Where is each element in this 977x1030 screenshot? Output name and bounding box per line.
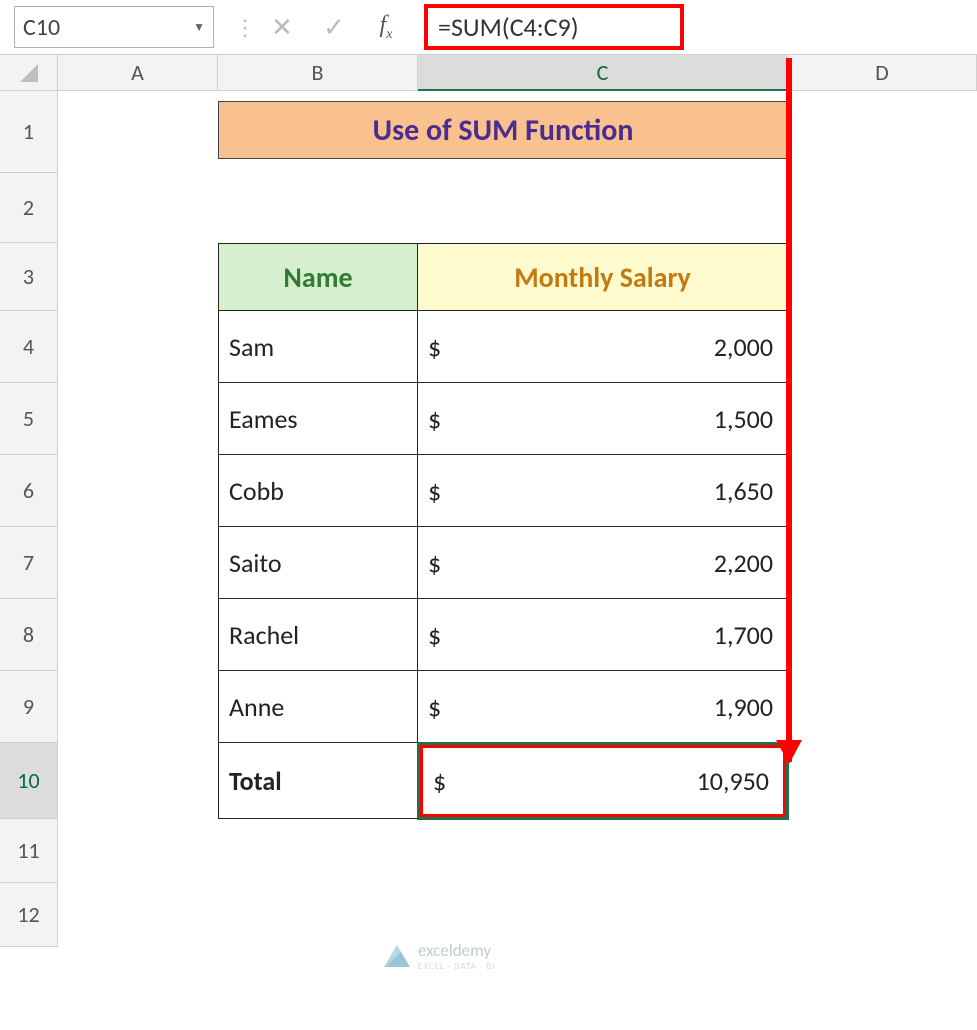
select-all-corner[interactable] <box>0 55 58 91</box>
column-header-A[interactable]: A <box>58 55 218 91</box>
row-header-9[interactable]: 9 <box>0 671 58 743</box>
row-header-6[interactable]: 6 <box>0 455 58 527</box>
row-header-10[interactable]: 10 <box>0 743 58 819</box>
currency-symbol: $ <box>428 475 441 507</box>
salary-value: 2,000 <box>714 331 773 363</box>
row-header-5[interactable]: 5 <box>0 383 58 455</box>
spreadsheet-grid[interactable]: A B C D 1 2 3 4 5 6 7 8 9 10 11 12 Use o… <box>0 55 977 947</box>
row-header-8[interactable]: 8 <box>0 599 58 671</box>
name-box-value: C10 <box>23 13 60 42</box>
cancel-icon: ✕ <box>271 11 293 43</box>
cell-name[interactable]: Rachel <box>218 599 418 671</box>
formula-bar: C10 ▼ ⋮ ✕ ✓ fx =SUM(C4:C9) <box>0 0 977 55</box>
total-value: 10,950 <box>697 765 769 797</box>
cell-name[interactable]: Eames <box>218 383 418 455</box>
currency-symbol: $ <box>428 547 441 579</box>
confirm-formula-button[interactable]: ✓ <box>308 6 360 48</box>
cell-salary[interactable]: $ 1,700 <box>418 599 788 671</box>
cell-salary[interactable]: $ 1,650 <box>418 455 788 527</box>
row-header-4[interactable]: 4 <box>0 311 58 383</box>
watermark-tag: EXCEL · DATA · BI <box>418 961 495 972</box>
insert-function-button[interactable]: fx <box>360 6 412 48</box>
cell-salary[interactable]: $ 1,900 <box>418 671 788 743</box>
salary-value: 1,700 <box>714 619 773 651</box>
currency-symbol: $ <box>428 403 441 435</box>
currency-symbol: $ <box>428 619 441 651</box>
watermark-brand: exceldemy <box>418 940 491 961</box>
currency-symbol: $ <box>433 765 446 797</box>
formula-bar-divider-icon: ⋮ <box>234 7 256 47</box>
salary-value: 2,200 <box>714 547 773 579</box>
cell-salary[interactable]: $ 2,200 <box>418 527 788 599</box>
cell-total-salary[interactable]: $ 10,950 <box>418 743 788 819</box>
cell-name[interactable]: Sam <box>218 311 418 383</box>
name-box[interactable]: C10 ▼ <box>14 6 214 48</box>
row-header-12[interactable]: 12 <box>0 883 58 947</box>
cell-name[interactable]: Saito <box>218 527 418 599</box>
row-header-7[interactable]: 7 <box>0 527 58 599</box>
row-header-2[interactable]: 2 <box>0 173 58 243</box>
sheet-title[interactable]: Use of SUM Function <box>218 101 788 159</box>
column-header-C[interactable]: C <box>418 55 788 91</box>
table-header-name[interactable]: Name <box>218 243 418 311</box>
row-header-1[interactable]: 1 <box>0 91 58 173</box>
watermark: exceldemy EXCEL · DATA · BI <box>384 940 495 972</box>
cell-name[interactable]: Cobb <box>218 455 418 527</box>
fx-icon: fx <box>380 12 393 43</box>
currency-symbol: $ <box>428 691 441 723</box>
watermark-logo-icon <box>384 945 410 967</box>
cancel-formula-button[interactable]: ✕ <box>256 6 308 48</box>
check-icon: ✓ <box>323 11 345 43</box>
row-header-3[interactable]: 3 <box>0 243 58 311</box>
salary-value: 1,500 <box>714 403 773 435</box>
formula-input-wrap: =SUM(C4:C9) <box>412 6 969 48</box>
column-header-D[interactable]: D <box>788 55 977 91</box>
formula-text: =SUM(C4:C9) <box>438 11 579 43</box>
table-header-salary[interactable]: Monthly Salary <box>418 243 788 311</box>
cell-name[interactable]: Anne <box>218 671 418 743</box>
currency-symbol: $ <box>428 331 441 363</box>
cell-salary[interactable]: $ 2,000 <box>418 311 788 383</box>
annotation-arrow-icon <box>786 58 792 762</box>
salary-value: 1,650 <box>714 475 773 507</box>
name-box-dropdown-icon[interactable]: ▼ <box>193 20 205 35</box>
cell-salary[interactable]: $ 1,500 <box>418 383 788 455</box>
cell-total-label[interactable]: Total <box>218 743 418 819</box>
column-header-B[interactable]: B <box>218 55 418 91</box>
formula-input[interactable]: =SUM(C4:C9) <box>424 4 684 50</box>
salary-value: 1,900 <box>714 691 773 723</box>
row-header-11[interactable]: 11 <box>0 819 58 883</box>
